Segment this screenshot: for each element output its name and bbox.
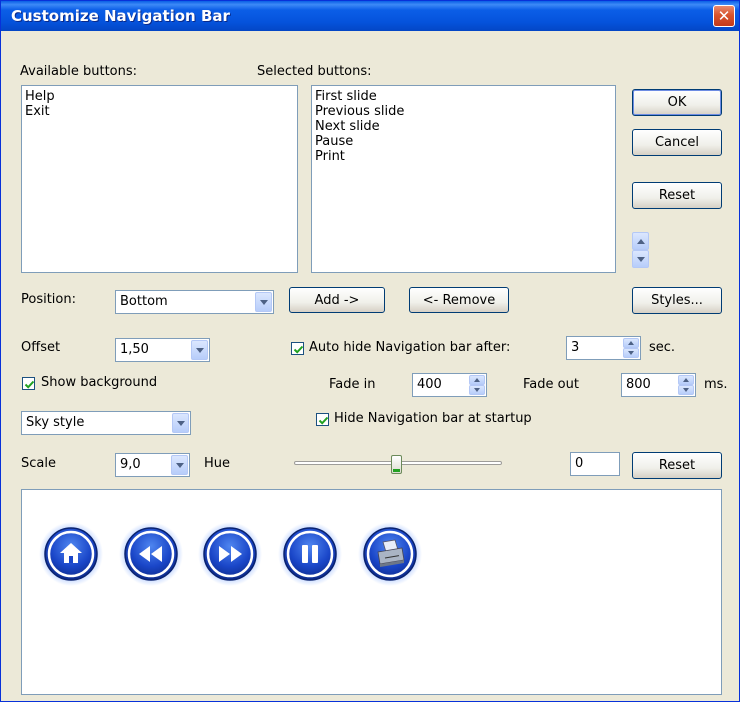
spin-down-icon[interactable] <box>469 385 485 395</box>
show-background-checkbox[interactable] <box>22 377 35 390</box>
selected-buttons-label: Selected buttons: <box>257 64 372 79</box>
offset-value: 1,50 <box>120 342 149 357</box>
ok-button[interactable]: OK <box>632 89 722 116</box>
hue-value: 0 <box>575 456 584 471</box>
list-item[interactable]: Pause <box>315 134 612 149</box>
scale-value: 9,0 <box>120 457 141 472</box>
scale-select[interactable]: 9,0 <box>115 453 190 477</box>
spin-up-icon[interactable] <box>469 375 485 385</box>
fade-out-label: Fade out <box>523 377 579 392</box>
autohide-checkbox[interactable] <box>291 342 304 355</box>
hide-at-startup-checkbox[interactable] <box>316 413 329 426</box>
window-title: Customize Navigation Bar <box>11 7 230 25</box>
fade-in-value: 400 <box>417 377 442 392</box>
selected-buttons-list[interactable]: First slide Previous slide Next slide Pa… <box>311 85 616 273</box>
hue-value-field[interactable]: 0 <box>570 452 620 476</box>
spin-up-icon[interactable] <box>678 375 694 385</box>
previous-slide-button[interactable] <box>119 522 183 586</box>
reset-button[interactable]: Reset <box>632 182 722 209</box>
pause-button[interactable] <box>278 522 342 586</box>
fade-out-value: 800 <box>626 377 651 392</box>
show-background-label[interactable]: Show background <box>41 375 157 390</box>
styles-button[interactable]: Styles... <box>632 287 722 314</box>
next-slide-button[interactable] <box>198 522 262 586</box>
position-select[interactable]: Bottom <box>115 290 274 314</box>
remove-button[interactable]: <- Remove <box>409 287 509 313</box>
chevron-down-icon[interactable] <box>255 292 272 312</box>
checkmark-icon <box>318 416 329 425</box>
available-buttons-label: Available buttons: <box>20 64 138 79</box>
fade-out-spinner[interactable]: 800 <box>621 373 696 397</box>
scale-label: Scale <box>21 456 56 471</box>
fade-in-label: Fade in <box>329 377 376 392</box>
list-item[interactable]: Print <box>315 149 612 164</box>
chevron-down-icon[interactable] <box>172 413 189 433</box>
navigation-bar-preview <box>21 489 722 695</box>
position-label: Position: <box>21 292 76 307</box>
list-item[interactable]: Exit <box>25 104 294 119</box>
fade-in-spinner[interactable]: 400 <box>412 373 487 397</box>
offset-label: Offset <box>21 340 61 355</box>
hide-at-startup-label[interactable]: Hide Navigation bar at startup <box>334 411 532 426</box>
home-button[interactable] <box>39 522 103 586</box>
checkmark-icon <box>24 380 35 389</box>
arrow-down-icon <box>636 256 645 262</box>
list-item[interactable]: Help <box>25 89 294 104</box>
style-select[interactable]: Sky style <box>21 411 191 435</box>
available-buttons-list[interactable]: Help Exit <box>21 85 298 273</box>
add-button[interactable]: Add -> <box>289 287 385 313</box>
fade-unit: ms. <box>704 377 728 392</box>
position-value: Bottom <box>120 294 168 309</box>
chevron-down-icon[interactable] <box>171 455 188 475</box>
reset-hue-button[interactable]: Reset <box>632 452 722 479</box>
style-value: Sky style <box>26 415 85 430</box>
title-bar[interactable]: Customize Navigation Bar ✕ <box>1 1 739 31</box>
checkmark-icon <box>293 345 304 354</box>
arrow-up-icon <box>636 238 645 244</box>
hue-label: Hue <box>204 456 231 471</box>
close-icon: ✕ <box>717 7 731 25</box>
chevron-down-icon[interactable] <box>191 340 208 360</box>
dialog-window: Customize Navigation Bar ✕ Available but… <box>0 0 740 702</box>
list-item[interactable]: Previous slide <box>315 104 612 119</box>
autohide-unit: sec. <box>649 340 676 355</box>
move-up-button[interactable] <box>632 232 649 250</box>
move-down-button[interactable] <box>632 250 649 268</box>
offset-select[interactable]: 1,50 <box>115 338 210 362</box>
hue-slider-thumb[interactable] <box>391 455 402 474</box>
list-item[interactable]: First slide <box>315 89 612 104</box>
print-button[interactable] <box>358 522 422 586</box>
spin-up-icon[interactable] <box>623 338 639 348</box>
autohide-label[interactable]: Auto hide Navigation bar after: <box>309 340 510 355</box>
list-item[interactable]: Next slide <box>315 119 612 134</box>
cancel-button[interactable]: Cancel <box>632 129 722 156</box>
spin-down-icon[interactable] <box>678 385 694 395</box>
close-button[interactable]: ✕ <box>713 5 735 27</box>
autohide-seconds-value: 3 <box>571 340 580 355</box>
autohide-seconds-spinner[interactable]: 3 <box>566 336 641 360</box>
spin-down-icon[interactable] <box>623 348 639 358</box>
